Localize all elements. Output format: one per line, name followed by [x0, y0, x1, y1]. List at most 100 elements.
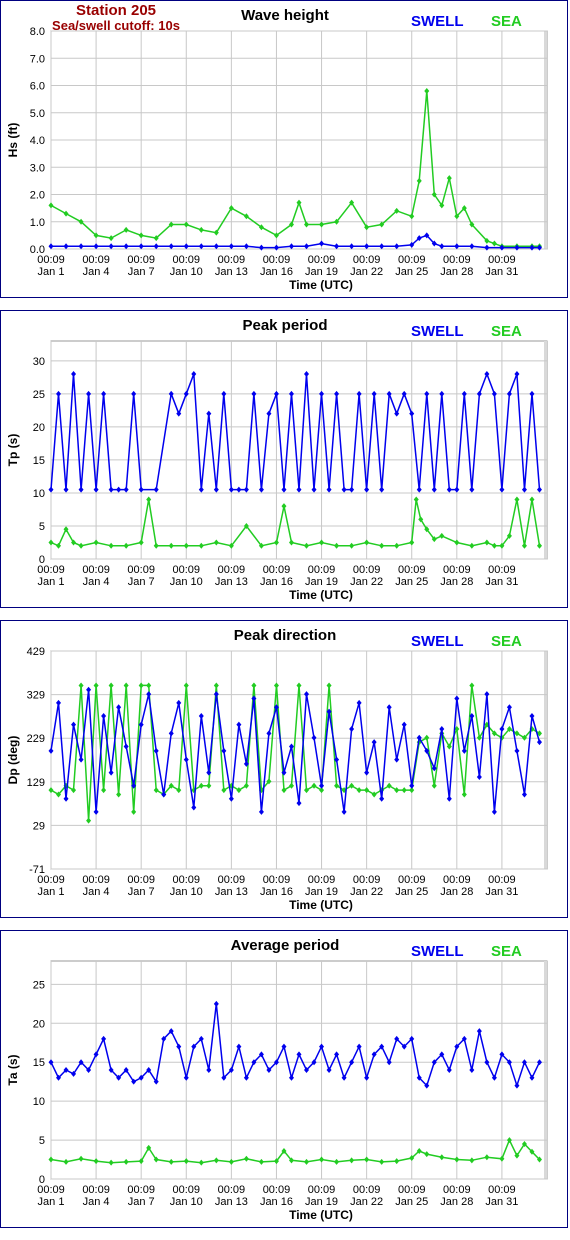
x-tick-date: Jan 25: [395, 1196, 428, 1208]
x-tick-time: 00:09: [218, 1184, 246, 1196]
x-tick-date: Jan 25: [395, 886, 428, 898]
x-tick-time: 00:09: [398, 564, 426, 576]
x-tick-date: Jan 28: [440, 886, 473, 898]
x-tick-time: 00:09: [488, 1184, 516, 1196]
x-tick-date: Jan 19: [305, 1196, 338, 1208]
y-tick-label: 5.0: [30, 108, 45, 120]
x-tick-time: 00:09: [127, 254, 155, 266]
x-tick-time: 00:09: [488, 564, 516, 576]
y-tick-label: 15: [33, 455, 45, 467]
x-tick-time: 00:09: [127, 874, 155, 886]
x-tick-time: 00:09: [353, 874, 381, 886]
y-tick-label: 10: [33, 1096, 45, 1108]
plot-svg: 051015202500:09Jan 100:09Jan 400:09Jan 7…: [6, 960, 548, 1208]
x-tick-date: Jan 19: [305, 266, 338, 278]
x-tick-date: Jan 10: [170, 576, 203, 588]
x-tick-date: Jan 7: [128, 576, 155, 588]
y-tick-label: 5: [39, 1135, 45, 1147]
x-tick-time: 00:09: [173, 874, 201, 886]
x-tick-date: Jan 16: [260, 266, 293, 278]
y-axis-label: Hs (ft): [6, 123, 20, 158]
x-tick-date: Jan 28: [440, 266, 473, 278]
x-tick-time: 00:09: [218, 564, 246, 576]
x-tick-date: Jan 4: [83, 886, 110, 898]
plot-svg: 05101520253000:09Jan 100:09Jan 400:09Jan…: [6, 340, 548, 588]
y-tick-label: 25: [33, 979, 45, 991]
x-tick-date: Jan 1: [38, 1196, 65, 1208]
plot-svg: 0.01.02.03.04.05.06.07.08.000:09Jan 100:…: [6, 26, 548, 278]
x-tick-time: 00:09: [82, 1184, 110, 1196]
x-axis-label: Time (UTC): [289, 898, 353, 912]
x-tick-time: 00:09: [173, 254, 201, 266]
x-tick-time: 00:09: [37, 564, 65, 576]
x-tick-date: Jan 7: [128, 1196, 155, 1208]
x-tick-time: 00:09: [263, 1184, 291, 1196]
x-tick-date: Jan 22: [350, 886, 383, 898]
x-tick-time: 00:09: [37, 1184, 65, 1196]
x-tick-date: Jan 13: [215, 266, 248, 278]
x-tick-date: Jan 13: [215, 576, 248, 588]
y-tick-label: 20: [33, 422, 45, 434]
y-tick-label: 15: [33, 1057, 45, 1069]
x-tick-date: Jan 10: [170, 266, 203, 278]
x-tick-date: Jan 7: [128, 266, 155, 278]
x-tick-time: 00:09: [82, 564, 110, 576]
x-tick-date: Jan 13: [215, 886, 248, 898]
x-tick-time: 00:09: [398, 254, 426, 266]
x-tick-time: 00:09: [82, 254, 110, 266]
y-tick-label: 30: [33, 356, 45, 368]
x-tick-date: Jan 22: [350, 1196, 383, 1208]
x-tick-time: 00:09: [173, 564, 201, 576]
x-tick-date: Jan 16: [260, 886, 293, 898]
wave-height-panel: Station 205 Sea/swell cutoff: 10s Wave h…: [0, 0, 568, 298]
x-tick-date: Jan 4: [83, 266, 110, 278]
x-tick-time: 00:09: [127, 564, 155, 576]
y-axis-label: Tp (s): [6, 434, 20, 467]
x-tick-time: 00:09: [263, 254, 291, 266]
y-tick-label: 20: [33, 1018, 45, 1030]
x-tick-date: Jan 16: [260, 576, 293, 588]
x-axis-label: Time (UTC): [289, 278, 353, 292]
y-tick-label: 10: [33, 488, 45, 500]
y-axis-label: Dp (deg): [6, 736, 20, 785]
x-tick-time: 00:09: [443, 874, 471, 886]
y-tick-label: 5: [39, 521, 45, 533]
x-tick-time: 00:09: [263, 874, 291, 886]
x-tick-time: 00:09: [353, 254, 381, 266]
x-axis-label: Time (UTC): [289, 1208, 353, 1222]
x-tick-time: 00:09: [443, 254, 471, 266]
future-band: [543, 961, 547, 1179]
x-tick-date: Jan 25: [395, 266, 428, 278]
x-tick-date: Jan 31: [485, 886, 518, 898]
x-tick-time: 00:09: [308, 1184, 336, 1196]
x-tick-date: Jan 19: [305, 576, 338, 588]
x-tick-date: Jan 1: [38, 886, 65, 898]
x-tick-time: 00:09: [308, 254, 336, 266]
future-band: [543, 651, 547, 869]
y-tick-label: 7.0: [30, 53, 45, 65]
x-tick-date: Jan 19: [305, 886, 338, 898]
x-tick-date: Jan 25: [395, 576, 428, 588]
x-tick-date: Jan 10: [170, 1196, 203, 1208]
x-tick-time: 00:09: [218, 874, 246, 886]
y-tick-label: 4.0: [30, 135, 45, 147]
y-tick-label: 6.0: [30, 81, 45, 93]
x-tick-date: Jan 31: [485, 576, 518, 588]
x-tick-time: 00:09: [218, 254, 246, 266]
x-tick-date: Jan 4: [83, 576, 110, 588]
x-tick-time: 00:09: [398, 874, 426, 886]
x-tick-time: 00:09: [443, 1184, 471, 1196]
x-tick-date: Jan 22: [350, 576, 383, 588]
y-tick-label: 2.0: [30, 190, 45, 202]
y-tick-label: 8.0: [30, 26, 45, 38]
x-tick-date: Jan 16: [260, 1196, 293, 1208]
x-tick-time: 00:09: [308, 564, 336, 576]
x-tick-time: 00:09: [263, 564, 291, 576]
x-tick-date: Jan 1: [38, 266, 65, 278]
x-tick-time: 00:09: [127, 1184, 155, 1196]
peak-direction-panel: Peak direction SWELL SEA -71 29 129 229 329 4…: [0, 620, 568, 918]
x-tick-time: 00:09: [353, 564, 381, 576]
y-tick-label: 229: [27, 733, 45, 745]
average-period-panel: Average period SWELL SEA 0 5 10 15 20 25 00:09…: [0, 930, 568, 1228]
x-tick-date: Jan 28: [440, 576, 473, 588]
